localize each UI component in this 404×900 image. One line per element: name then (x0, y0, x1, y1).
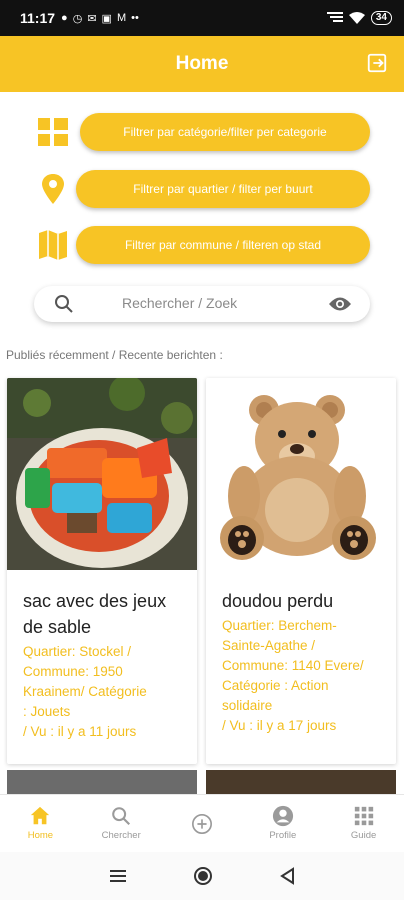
recent-posts-label: Publiés récemment / Recente berichten : (6, 348, 223, 362)
notification-icon: ● (61, 11, 68, 24)
post-meta-line: Sainte-Agathe / (222, 638, 316, 653)
home-icon (31, 806, 50, 825)
status-time: 11:17 (20, 10, 56, 26)
nav-label: Profile (269, 830, 297, 841)
post-meta-line: / Vu : il y a 17 jours (222, 718, 337, 733)
post-meta-line: Quartier: Stockel / (23, 644, 132, 659)
status-right: 34 (326, 11, 392, 25)
filter-commune-button[interactable]: Filtrer par commune / filteren op stad (76, 226, 370, 264)
post-title: sac avec des jeux de sable (23, 591, 167, 637)
nav-add[interactable] (162, 795, 243, 852)
nav-label: Chercher (101, 830, 141, 841)
filter-row-quarter: Filtrer par quartier / filter per buurt (0, 167, 404, 211)
notification-icons: ● ◷ ✉ ▣ M •• (61, 12, 139, 25)
nav-search[interactable]: Chercher (81, 795, 162, 852)
signal-icon (326, 12, 343, 22)
map-icon (39, 230, 67, 260)
post-meta-line: Commune: 1140 Evere/ (222, 658, 364, 673)
search-placeholder: Rechercher / Zoek (122, 295, 238, 311)
filter-row-commune: Filtrer par commune / filteren op stad (0, 223, 404, 267)
search-icon (55, 295, 73, 313)
add-circle-icon (191, 814, 212, 834)
apps-grid-icon (354, 806, 373, 826)
post-meta-line: Quartier: Berchem- (222, 618, 337, 633)
page-title: Home (175, 53, 229, 74)
notification-icon: •• (131, 11, 139, 24)
notification-icon: ◷ (72, 12, 83, 25)
back-icon[interactable] (279, 867, 295, 885)
notification-icon: ✉ (87, 12, 97, 25)
filter-category-button[interactable]: Filtrer par catégorie/filter per categor… (80, 113, 370, 151)
post-meta-line: : Jouets (23, 704, 71, 719)
grid-icon (38, 118, 68, 146)
search-input[interactable]: Rechercher / Zoek (34, 286, 370, 322)
post-meta-line: Catégorie : Action (222, 678, 329, 693)
post-card[interactable]: sac avec des jeux de sable Quartier: Sto… (7, 378, 197, 764)
post-meta: Quartier: Berchem- Sainte-Agathe / Commu… (222, 616, 390, 736)
nav-label: Guide (350, 830, 377, 841)
post-meta-line: solidaire (222, 698, 273, 713)
nav-guide[interactable]: Guide (323, 795, 404, 852)
post-card[interactable]: doudou perdu Quartier: Berchem- Sainte-A… (206, 378, 396, 764)
post-image-sand-toys (7, 378, 197, 570)
nav-label: Home (27, 830, 54, 841)
home-button-icon[interactable] (193, 866, 213, 886)
profile-icon (272, 805, 293, 827)
app-header: Home (0, 36, 404, 92)
nav-profile[interactable]: Profile (242, 795, 323, 852)
wifi-icon (348, 12, 365, 24)
bottom-nav: Home Chercher Profile Guide (0, 794, 404, 852)
notification-icon: M (116, 11, 127, 24)
notification-icon: ▣ (101, 12, 112, 25)
status-left: 11:17 ● ◷ ✉ ▣ M •• (20, 10, 139, 26)
filter-row-category: Filtrer par catégorie/filter per categor… (0, 110, 404, 154)
recent-apps-icon[interactable] (109, 869, 127, 883)
logout-icon[interactable] (366, 52, 388, 74)
filter-quarter-button[interactable]: Filtrer par quartier / filter per buurt (76, 170, 370, 208)
post-meta: Quartier: Stockel / Commune: 1950 Kraain… (23, 642, 191, 742)
post-title: doudou perdu (222, 591, 334, 611)
status-bar: 11:17 ● ◷ ✉ ▣ M •• 34 (0, 0, 404, 36)
search-icon (112, 807, 131, 826)
post-meta-line: Kraainem/ Catégorie (23, 684, 147, 699)
post-meta-line: / Vu : il y a 11 jours (23, 724, 137, 739)
eye-icon[interactable] (328, 295, 352, 313)
post-meta-line: Commune: 1950 (23, 664, 123, 679)
post-image-teddy-bear (206, 378, 396, 570)
battery-indicator: 34 (370, 11, 392, 25)
location-pin-icon (42, 174, 64, 204)
nav-home[interactable]: Home (0, 795, 81, 852)
system-nav-bar (0, 852, 404, 900)
